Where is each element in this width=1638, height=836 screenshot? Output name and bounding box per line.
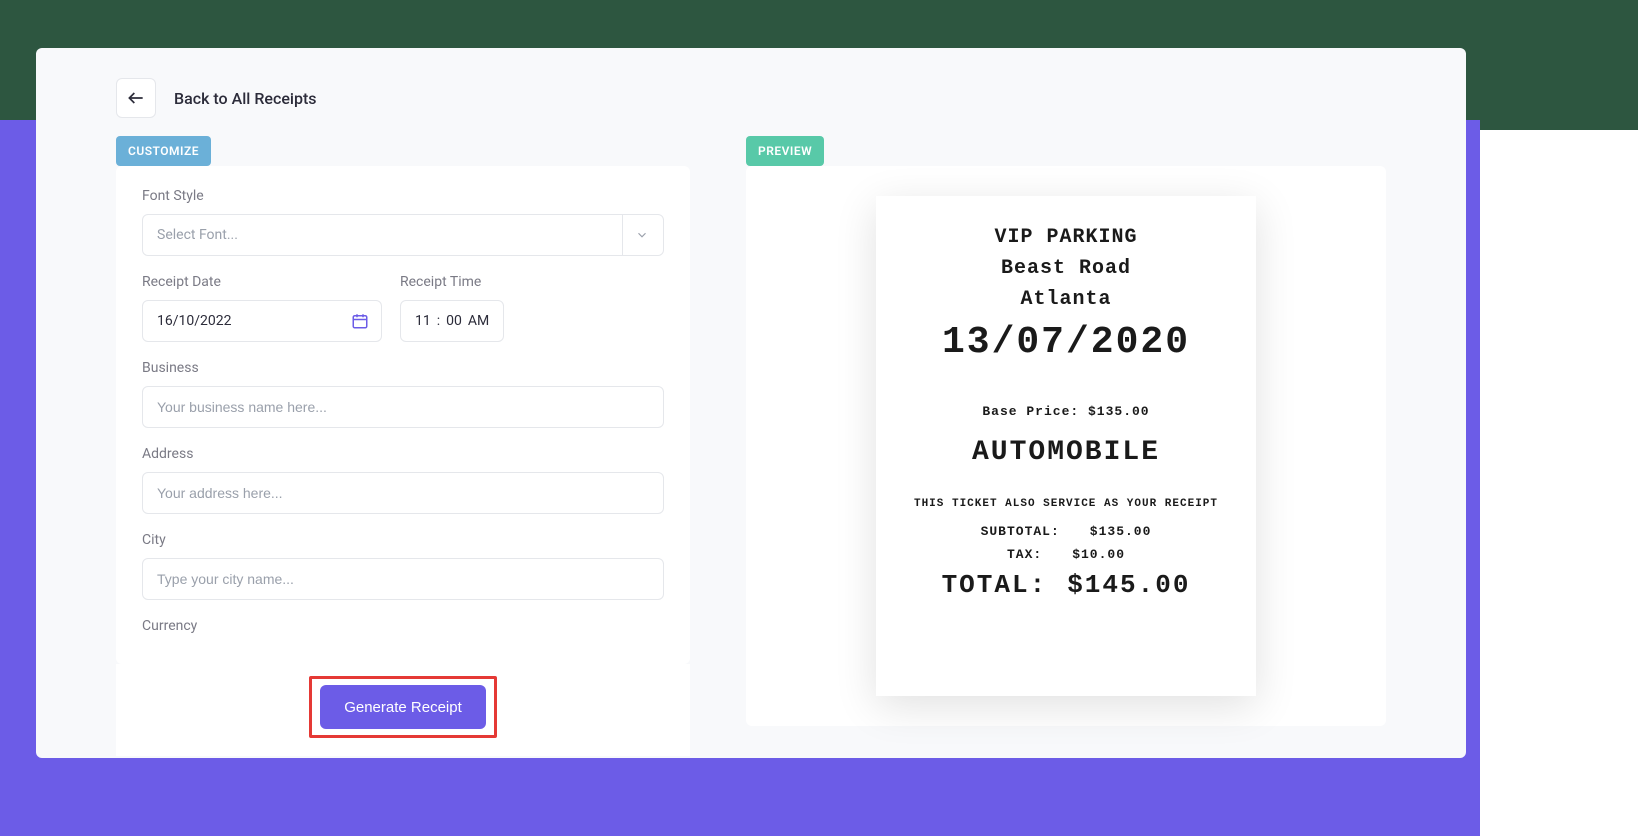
header: Back to All Receipts: [36, 48, 1466, 136]
total-value: $145.00: [1067, 570, 1190, 600]
subtotal-value: $135.00: [1090, 524, 1152, 539]
receipt-vehicle: AUTOMOBILE: [896, 437, 1236, 468]
tax-value: $10.00: [1072, 547, 1125, 562]
business-label: Business: [142, 360, 664, 376]
receipt-subtotal-row: SUBTOTAL: $135.00: [896, 524, 1236, 539]
tax-label: TAX:: [1007, 547, 1042, 562]
receipt-date-label: Receipt Date: [142, 274, 382, 290]
receipt-time-input[interactable]: 11 : 00 AM: [400, 300, 504, 342]
time-minute: 00: [446, 313, 462, 329]
receipt-total-row: TOTAL: $145.00: [896, 570, 1236, 600]
preview-tag: PREVIEW: [746, 136, 824, 166]
currency-label: Currency: [142, 618, 664, 634]
address-label: Address: [142, 446, 664, 462]
total-label: TOTAL:: [942, 570, 1048, 600]
chevron-down-icon: [635, 228, 649, 242]
font-style-label: Font Style: [142, 188, 664, 204]
generate-receipt-button[interactable]: Generate Receipt: [320, 685, 486, 729]
receipt-preview: VIP PARKING Beast Road Atlanta 13/07/202…: [876, 196, 1256, 696]
receipt-date-input[interactable]: 16/10/2022: [142, 300, 382, 342]
receipt-time-label: Receipt Time: [400, 274, 504, 290]
city-input[interactable]: [142, 558, 664, 600]
receipt-tax-row: TAX: $10.00: [896, 547, 1236, 562]
font-style-placeholder: Select Font...: [157, 227, 238, 243]
app-window: Back to All Receipts CUSTOMIZE Font Styl…: [36, 48, 1466, 758]
receipt-city: Atlanta: [896, 288, 1236, 311]
preview-panel: VIP PARKING Beast Road Atlanta 13/07/202…: [746, 166, 1386, 726]
back-label: Back to All Receipts: [174, 89, 317, 108]
back-button[interactable]: [116, 78, 156, 118]
font-style-select[interactable]: Select Font...: [142, 214, 664, 256]
footer-bar: Generate Receipt: [116, 664, 690, 756]
receipt-date-value: 16/10/2022: [157, 313, 232, 329]
subtotal-label: SUBTOTAL:: [981, 524, 1060, 539]
receipt-date: 13/07/2020: [896, 321, 1236, 364]
receipt-base-price: Base Price: $135.00: [896, 404, 1236, 419]
arrow-left-icon: [126, 88, 146, 108]
time-hour: 11: [415, 313, 431, 329]
generate-highlight: Generate Receipt: [309, 676, 497, 738]
customize-tag: CUSTOMIZE: [116, 136, 211, 166]
time-sep: :: [437, 313, 440, 329]
time-ampm: AM: [468, 313, 489, 329]
business-input[interactable]: [142, 386, 664, 428]
customize-panel: Font Style Select Font... R: [116, 166, 690, 664]
address-input[interactable]: [142, 472, 664, 514]
receipt-title: VIP PARKING: [896, 226, 1236, 249]
city-label: City: [142, 532, 664, 548]
receipt-note: THIS TICKET ALSO SERVICE AS YOUR RECEIPT: [896, 498, 1236, 510]
receipt-street: Beast Road: [896, 257, 1236, 280]
calendar-icon: [351, 312, 369, 330]
